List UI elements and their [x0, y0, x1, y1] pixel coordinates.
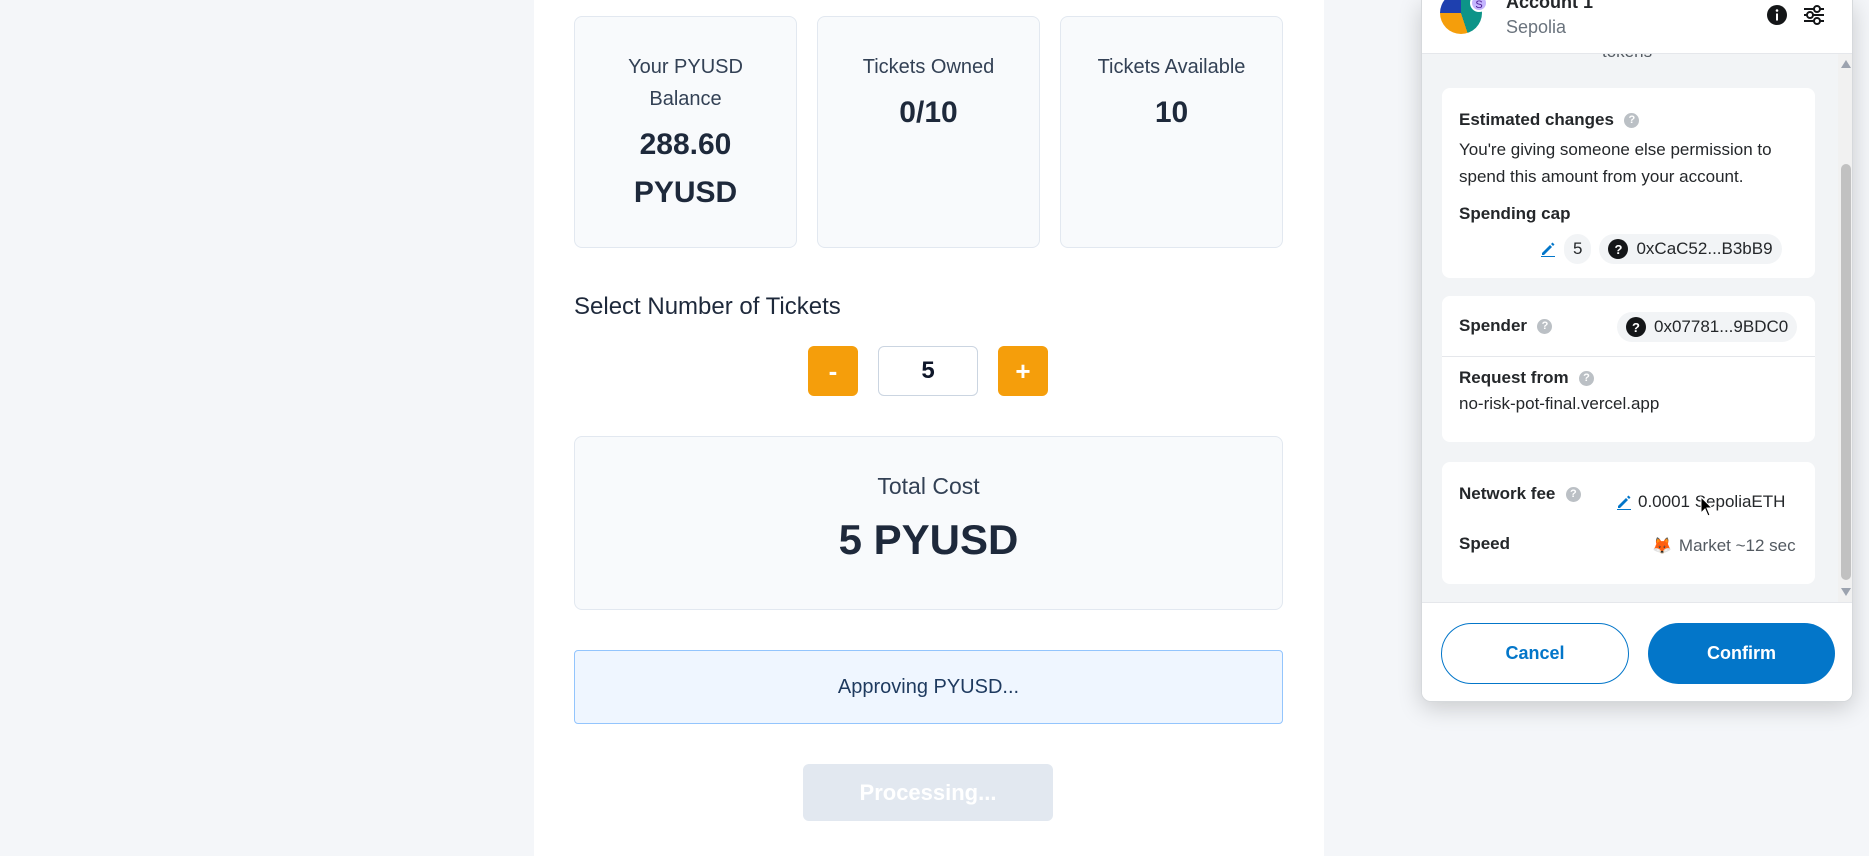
total-cost-value: 5 PYUSD [838, 516, 1019, 563]
account-name[interactable]: Account 1 [1506, 0, 1593, 13]
help-icon[interactable]: ? [1579, 371, 1595, 387]
metamask-header: S Account 1 Sepolia [1422, 0, 1852, 54]
metamask-scroll-body: tokens Estimated changes ? You're giving… [1422, 54, 1838, 602]
ticket-quantity-stepper: - + [808, 346, 1048, 396]
ticket-purchase-panel: Your PYUSD Balance 288.60 PYUSD Tickets … [534, 0, 1324, 856]
divider [1442, 356, 1815, 357]
request-origin: no-risk-pot-final.vercel.app [1459, 394, 1660, 413]
estimated-changes-card: Estimated changes ? You're giving someon… [1442, 88, 1815, 278]
approval-status-message: Approving PYUSD... [574, 650, 1283, 724]
cancel-button[interactable]: Cancel [1441, 623, 1629, 684]
spending-cap-amount: 5 [1564, 234, 1592, 264]
estimated-changes-description: You're giving someone else permission to… [1459, 140, 1772, 186]
total-cost-box: Total Cost 5 PYUSD [574, 436, 1283, 610]
network-name: Sepolia [1506, 17, 1567, 37]
decrement-button[interactable]: - [808, 346, 858, 396]
total-cost-label: Total Cost [877, 473, 980, 499]
token-address-pill[interactable]: ? 0xCaC52...B3bB9 [1599, 234, 1782, 264]
processing-button[interactable]: Processing... [803, 764, 1053, 821]
scroll-down-arrow-icon[interactable] [1841, 588, 1851, 596]
estimated-changes-title: Estimated changes [1459, 110, 1614, 129]
token-address: 0xCaC52...B3bB9 [1636, 239, 1773, 258]
speed-value: Market ~12 sec [1678, 536, 1796, 555]
spender-address-pill[interactable]: ? 0x07781...9BDC0 [1617, 312, 1798, 342]
balance-label: Your PYUSD Balance [628, 56, 743, 110]
edit-pencil-icon[interactable] [1616, 494, 1632, 510]
network-badge: S [1470, 0, 1488, 12]
tickets-owned-value: 0/10 [899, 96, 958, 129]
spender-label: Spender [1459, 316, 1528, 335]
tickets-owned-label: Tickets Owned [862, 56, 995, 78]
select-tickets-title: Select Number of Tickets [574, 293, 841, 320]
balance-value: 288.60 PYUSD [633, 128, 738, 209]
tickets-available-value: 10 [1154, 96, 1189, 129]
network-fee-label: Network fee [1459, 484, 1556, 503]
metamask-footer: Cancel Confirm [1422, 602, 1852, 701]
tickets-available-card: Tickets Available 10 [1060, 16, 1283, 248]
edit-pencil-icon[interactable] [1540, 241, 1556, 257]
ticket-quantity-input[interactable] [878, 346, 978, 396]
balance-card: Your PYUSD Balance 288.60 PYUSD [574, 16, 797, 248]
speed-label: Speed [1459, 534, 1511, 553]
request-from-label: Request from [1459, 368, 1569, 387]
scrollbar[interactable] [1838, 54, 1852, 602]
info-icon[interactable] [1767, 5, 1787, 25]
help-icon[interactable]: ? [1565, 487, 1581, 503]
increment-button[interactable]: + [998, 346, 1048, 396]
unknown-token-icon: ? [1626, 317, 1646, 337]
tokens-text: tokens [1602, 54, 1652, 62]
settings-sliders-icon[interactable] [1802, 3, 1826, 27]
fox-icon: 🦊 [1652, 537, 1672, 555]
help-icon[interactable]: ? [1537, 319, 1553, 335]
unknown-token-icon: ? [1608, 239, 1629, 259]
help-icon[interactable]: ? [1624, 113, 1640, 129]
tickets-owned-card: Tickets Owned 0/10 [817, 16, 1040, 248]
scroll-up-arrow-icon[interactable] [1841, 60, 1851, 68]
cursor-icon [1700, 496, 1714, 517]
tickets-available-label: Tickets Available [1097, 56, 1246, 78]
metamask-confirmation-popup: S Account 1 Sepolia tokens Estimated cha… [1421, 0, 1853, 702]
confirm-button[interactable]: Confirm [1648, 623, 1835, 684]
spender-card: Spender ? ? 0x07781...9BDC0 Request from… [1442, 296, 1815, 442]
scrollbar-thumb[interactable] [1841, 164, 1851, 580]
network-fee-card: Network fee ? 0.0001 SepoliaETH Speed 🦊 … [1442, 462, 1815, 584]
spender-address: 0x07781...9BDC0 [1654, 317, 1789, 336]
spending-cap-label: Spending cap [1459, 204, 1571, 223]
